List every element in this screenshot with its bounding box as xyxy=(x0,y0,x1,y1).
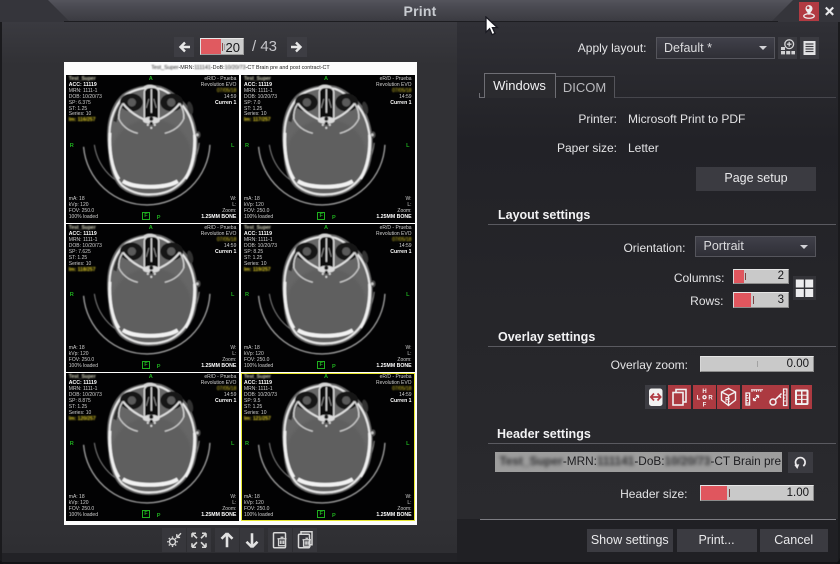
svg-text:H: H xyxy=(702,389,706,395)
svg-text:R: R xyxy=(708,395,713,401)
svg-text:L: L xyxy=(696,395,700,401)
svg-text:F: F xyxy=(702,402,706,408)
svg-text:R: R xyxy=(725,397,730,404)
